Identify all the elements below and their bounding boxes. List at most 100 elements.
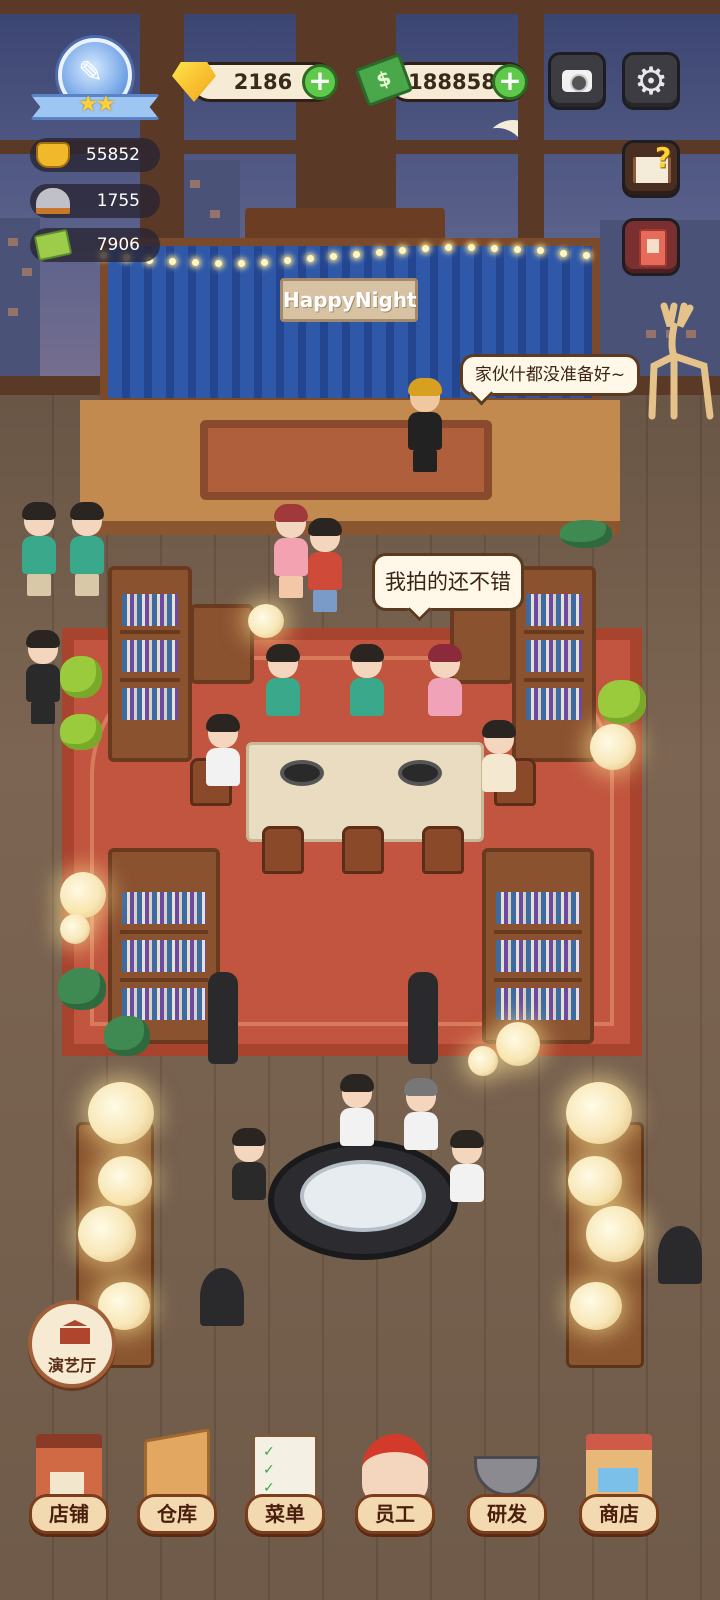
question-mark-icon: ? — [655, 141, 672, 174]
books — [122, 640, 178, 672]
nav-store-label: 商店 — [579, 1494, 659, 1534]
guest-npc[interactable] — [66, 502, 106, 596]
nav-warehouse[interactable]: 仓库 — [132, 1428, 222, 1548]
hair — [404, 1078, 438, 1096]
chair[interactable] — [342, 826, 384, 874]
hair — [70, 502, 104, 520]
hotpot[interactable] — [398, 760, 442, 786]
body — [266, 678, 300, 716]
diner-npc[interactable] — [228, 1128, 268, 1222]
diary-button[interactable] — [622, 218, 680, 276]
paper-lantern — [248, 604, 284, 638]
recipe-card-icon — [33, 228, 73, 262]
deer-statue — [648, 302, 714, 420]
light-bulb — [215, 259, 222, 267]
legs — [279, 576, 303, 598]
body — [308, 552, 342, 590]
paper-lantern — [88, 1082, 154, 1144]
hair — [266, 644, 300, 662]
performance-hall-button[interactable]: 演艺厅 — [28, 1300, 116, 1388]
body — [408, 412, 442, 450]
bookshelf[interactable] — [108, 566, 192, 762]
light-bulb — [468, 244, 475, 252]
light-bulb — [169, 258, 176, 266]
diner-npc[interactable] — [262, 644, 302, 738]
legs — [413, 450, 437, 472]
diner-npc[interactable] — [202, 714, 242, 808]
temple-icon — [60, 1320, 90, 1344]
settings-button[interactable]: ⚙ — [622, 52, 680, 110]
nav-research-label: 研发 — [467, 1494, 547, 1534]
stool[interactable] — [200, 1268, 244, 1326]
nav-research[interactable]: 研发 — [462, 1428, 552, 1548]
performer-speech-bubble: 家伙什都没准备好~ — [460, 354, 640, 396]
restaurant-level-badge[interactable]: ✎ ★★ — [30, 34, 160, 130]
diner-npc[interactable] — [346, 644, 386, 738]
diner-npc[interactable] — [424, 644, 464, 738]
gold-value: 55852 — [85, 145, 140, 165]
nav-store[interactable]: 商店 — [574, 1428, 664, 1548]
light-bulb — [445, 244, 452, 252]
light-bulb — [560, 249, 567, 257]
legs — [313, 590, 337, 612]
hair — [482, 720, 516, 738]
guide-button[interactable]: ? — [622, 140, 680, 198]
books — [122, 892, 206, 924]
research-icon — [474, 1456, 540, 1496]
nav-shop[interactable]: 店铺 — [24, 1428, 114, 1548]
hair — [22, 502, 56, 520]
shelf-board — [120, 978, 208, 982]
nav-menu[interactable]: 菜单 — [240, 1428, 330, 1548]
paper-lantern — [468, 1046, 498, 1076]
shelf-board — [120, 630, 180, 634]
stage-rug — [200, 420, 492, 500]
diner-npc[interactable] — [336, 1074, 376, 1168]
bookshelf[interactable] — [190, 604, 254, 684]
nav-shop-label: 店铺 — [29, 1494, 109, 1534]
diner-npc[interactable] — [446, 1130, 486, 1224]
bookshelf[interactable] — [108, 848, 220, 1044]
paper-lantern — [566, 1082, 632, 1144]
stool[interactable] — [658, 1226, 702, 1284]
hotpot[interactable] — [280, 760, 324, 786]
performance-hall-label: 演艺厅 — [47, 1356, 96, 1375]
chair[interactable] — [422, 826, 464, 874]
chair[interactable] — [262, 826, 304, 874]
shrub — [598, 680, 646, 724]
diner-npc[interactable] — [400, 1078, 440, 1172]
add-cash-button[interactable]: + — [492, 64, 528, 100]
gold-stat[interactable]: 55852 — [30, 138, 160, 172]
camera-button[interactable] — [548, 52, 606, 110]
diary-icon — [639, 229, 667, 267]
dishes-stat[interactable]: 1755 — [30, 184, 160, 218]
nav-staff[interactable]: 员工 — [350, 1428, 440, 1548]
guest-npc[interactable] — [304, 518, 344, 612]
paper-lantern — [590, 724, 636, 770]
shrub — [60, 656, 102, 698]
light-bulb — [284, 257, 291, 265]
bottom-nav: 店铺 仓库 菜单 员工 研发 商店 — [0, 1428, 720, 1600]
floor-vase — [208, 972, 238, 1064]
paper-lantern — [60, 872, 106, 918]
shelf-board — [524, 678, 584, 682]
gem-count: 2186 — [233, 70, 293, 94]
diner-npc[interactable] — [478, 720, 518, 814]
paper-lantern — [586, 1206, 644, 1262]
nav-staff-label: 员工 — [355, 1494, 435, 1534]
books — [496, 892, 580, 924]
books — [496, 988, 580, 1020]
guest-npc[interactable] — [18, 502, 58, 596]
performer-npc[interactable] — [404, 378, 444, 472]
shelf-board — [494, 978, 582, 982]
bookshelf[interactable] — [482, 848, 594, 1044]
books — [122, 940, 206, 972]
shelf-board — [494, 930, 582, 934]
nav-menu-label: 菜单 — [245, 1494, 325, 1534]
books — [526, 640, 582, 672]
books — [122, 688, 178, 720]
recipes-stat[interactable]: 7906 — [30, 228, 160, 262]
waiter-npc[interactable] — [22, 630, 62, 724]
add-gems-button[interactable]: + — [302, 64, 338, 100]
hair — [274, 504, 308, 522]
bookshelf[interactable] — [512, 566, 596, 762]
